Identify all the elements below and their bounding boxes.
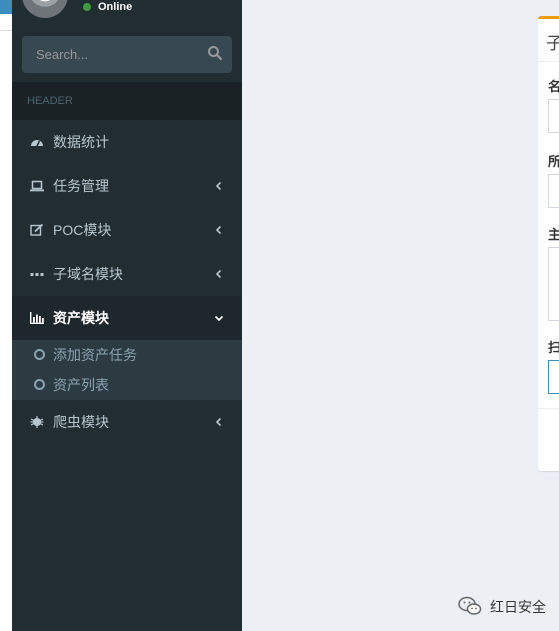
gutter-divider xyxy=(0,30,12,31)
online-status-icon xyxy=(83,3,91,11)
sidebar-header: HEADER xyxy=(12,82,242,120)
field-label-owner: 所 xyxy=(548,154,559,169)
submenu-item-label: 添加资产任务 xyxy=(53,347,137,363)
dashboard-icon xyxy=(31,140,43,147)
sidebar-item-poc-module[interactable]: POC模块 xyxy=(12,208,242,252)
sidebar-item-label: 数据统计 xyxy=(53,134,109,150)
circle-icon xyxy=(34,349,45,360)
panel-header-divider xyxy=(538,61,559,62)
avatar[interactable] xyxy=(22,0,68,18)
sidebar-item-subdomain-module[interactable]: 子域名模块 xyxy=(12,252,242,296)
name-input[interactable] xyxy=(548,99,559,133)
top-accent-strip xyxy=(0,0,12,14)
main-textarea[interactable] xyxy=(548,247,559,321)
panel-footer-divider xyxy=(538,408,559,409)
sidebar-search-form xyxy=(22,36,232,73)
edit-icon xyxy=(30,224,44,236)
ellipsis-icon xyxy=(30,273,44,276)
sidebar-item-asset-module[interactable]: 资产模块 xyxy=(12,296,242,340)
panel-title: 子 xyxy=(546,34,559,53)
subdomain-form-panel: 子 名 所 主 扫 xyxy=(538,16,559,471)
field-label-main: 主 xyxy=(548,227,559,242)
sidebar-item-label: 任务管理 xyxy=(53,178,109,194)
chevron-left-icon xyxy=(215,225,222,235)
sidebar-item-label: 子域名模块 xyxy=(53,266,123,282)
field-label-scan: 扫 xyxy=(548,340,559,355)
bug-icon xyxy=(30,416,44,428)
asset-submenu: 添加资产任务 资产列表 xyxy=(12,340,242,400)
sidebar-item-label: 资产模块 xyxy=(53,310,109,326)
submenu-item-add-asset-task[interactable]: 添加资产任务 xyxy=(12,340,242,370)
sidebar-item-task-management[interactable]: 任务管理 xyxy=(12,164,242,208)
bar-chart-icon xyxy=(30,312,44,324)
sidebar-item-label: POC模块 xyxy=(53,222,112,238)
field-label-name: 名 xyxy=(548,79,559,94)
sidebar-item-data-stats[interactable]: 数据统计 xyxy=(12,120,242,164)
search-input[interactable] xyxy=(22,36,197,73)
chevron-down-icon xyxy=(214,315,224,322)
wechat-icon xyxy=(458,596,482,615)
left-gutter xyxy=(0,0,12,631)
search-button[interactable] xyxy=(206,45,224,63)
search-icon xyxy=(208,46,223,61)
submenu-item-asset-list[interactable]: 资产列表 xyxy=(12,370,242,400)
laptop-icon xyxy=(30,180,44,192)
sidebar-item-crawler-module[interactable]: 爬虫模块 xyxy=(12,400,242,444)
user-panel: Online xyxy=(12,0,242,28)
chevron-left-icon xyxy=(215,181,222,191)
chevron-left-icon xyxy=(215,269,222,279)
watermark-text: 红日安全 xyxy=(490,599,546,615)
submenu-item-label: 资产列表 xyxy=(53,377,109,393)
chevron-left-icon xyxy=(215,417,222,427)
owner-input[interactable] xyxy=(548,174,559,208)
sidebar-item-label: 爬虫模块 xyxy=(53,414,109,430)
circle-icon xyxy=(34,379,45,390)
sidebar: Online HEADER 数据统计 任务管理 xyxy=(12,0,242,631)
scan-select[interactable] xyxy=(548,360,559,394)
status-text: Online xyxy=(98,1,133,13)
sidebar-menu: 数据统计 任务管理 POC模块 子域名模块 资产模块 添加资产任务 资产列表 爬… xyxy=(12,120,242,444)
